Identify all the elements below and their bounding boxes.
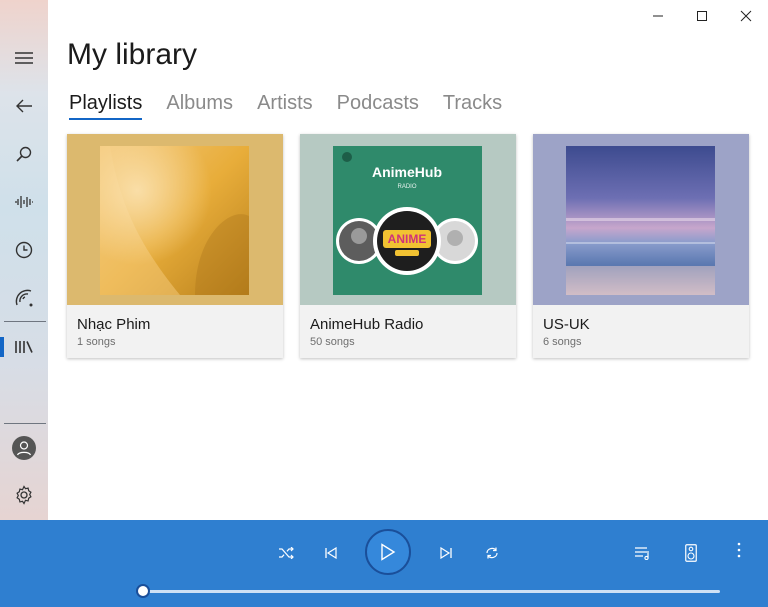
hamburger-menu-icon[interactable] [0, 36, 48, 80]
art-title: AnimeHub [372, 164, 442, 180]
playlist-song-count: 1 songs [77, 336, 116, 348]
search-icon[interactable] [0, 132, 48, 176]
playlist-card[interactable]: Nhạc Phim 1 songs [67, 134, 283, 358]
tab-artists[interactable]: Artists [257, 90, 313, 120]
tab-bar: Playlists Albums Artists Podcasts Tracks [69, 90, 526, 126]
tab-label: Playlists [69, 92, 143, 114]
tab-label: Albums [166, 92, 234, 114]
playlist-title: AnimeHub Radio [310, 316, 424, 333]
tab-label: Artists [257, 92, 313, 114]
play-icon [381, 543, 396, 561]
sidebar-divider [4, 321, 46, 322]
playlist-cover-image [566, 146, 715, 295]
tab-label: Podcasts [336, 92, 419, 114]
tab-albums[interactable]: Albums [166, 90, 233, 120]
next-icon[interactable] [430, 537, 462, 569]
tab-tracks[interactable]: Tracks [443, 90, 502, 120]
maximize-button[interactable] [680, 0, 724, 32]
tab-podcasts[interactable]: Podcasts [337, 90, 419, 120]
playlist-title: Nhạc Phim [77, 316, 151, 333]
progress-track[interactable] [143, 590, 720, 593]
tab-playlists[interactable]: Playlists [69, 90, 143, 120]
waveform-icon[interactable] [0, 180, 48, 224]
sidebar-divider-bottom [4, 423, 46, 424]
minimize-button[interactable] [636, 0, 680, 32]
queue-icon[interactable] [627, 537, 659, 569]
playlist-song-count: 50 songs [310, 336, 355, 348]
user-avatar-icon[interactable] [0, 426, 48, 470]
playlist-card[interactable]: AnimeHub RADIO ANIME AnimeHub Radio 50 s… [300, 134, 516, 358]
repeat-icon[interactable] [476, 537, 508, 569]
shuffle-icon[interactable] [270, 537, 302, 569]
playlist-title: US-UK [543, 316, 590, 333]
art-subtitle: RADIO [397, 184, 416, 190]
progress-thumb[interactable] [136, 584, 150, 598]
clock-icon[interactable] [0, 228, 48, 272]
sidebar [0, 0, 48, 520]
active-tab-underline [69, 118, 143, 120]
playlist-card[interactable]: US-UK 6 songs [533, 134, 749, 358]
gear-icon[interactable] [0, 473, 48, 517]
playlist-cover-image: AnimeHub RADIO ANIME [333, 146, 482, 295]
art-badge-text: ANIME [388, 232, 427, 246]
playlist-song-count: 6 songs [543, 336, 582, 348]
play-button[interactable] [365, 529, 411, 575]
close-button[interactable] [724, 0, 768, 32]
more-icon[interactable] [723, 534, 755, 566]
library-icon[interactable] [0, 325, 48, 369]
playlist-cover-image [100, 146, 249, 295]
speaker-icon[interactable] [675, 537, 707, 569]
radio-signal-icon[interactable] [0, 276, 48, 320]
page-title: My library [67, 38, 198, 71]
back-arrow-icon[interactable] [0, 84, 48, 128]
previous-icon[interactable] [315, 537, 347, 569]
tab-label: Tracks [442, 92, 503, 114]
